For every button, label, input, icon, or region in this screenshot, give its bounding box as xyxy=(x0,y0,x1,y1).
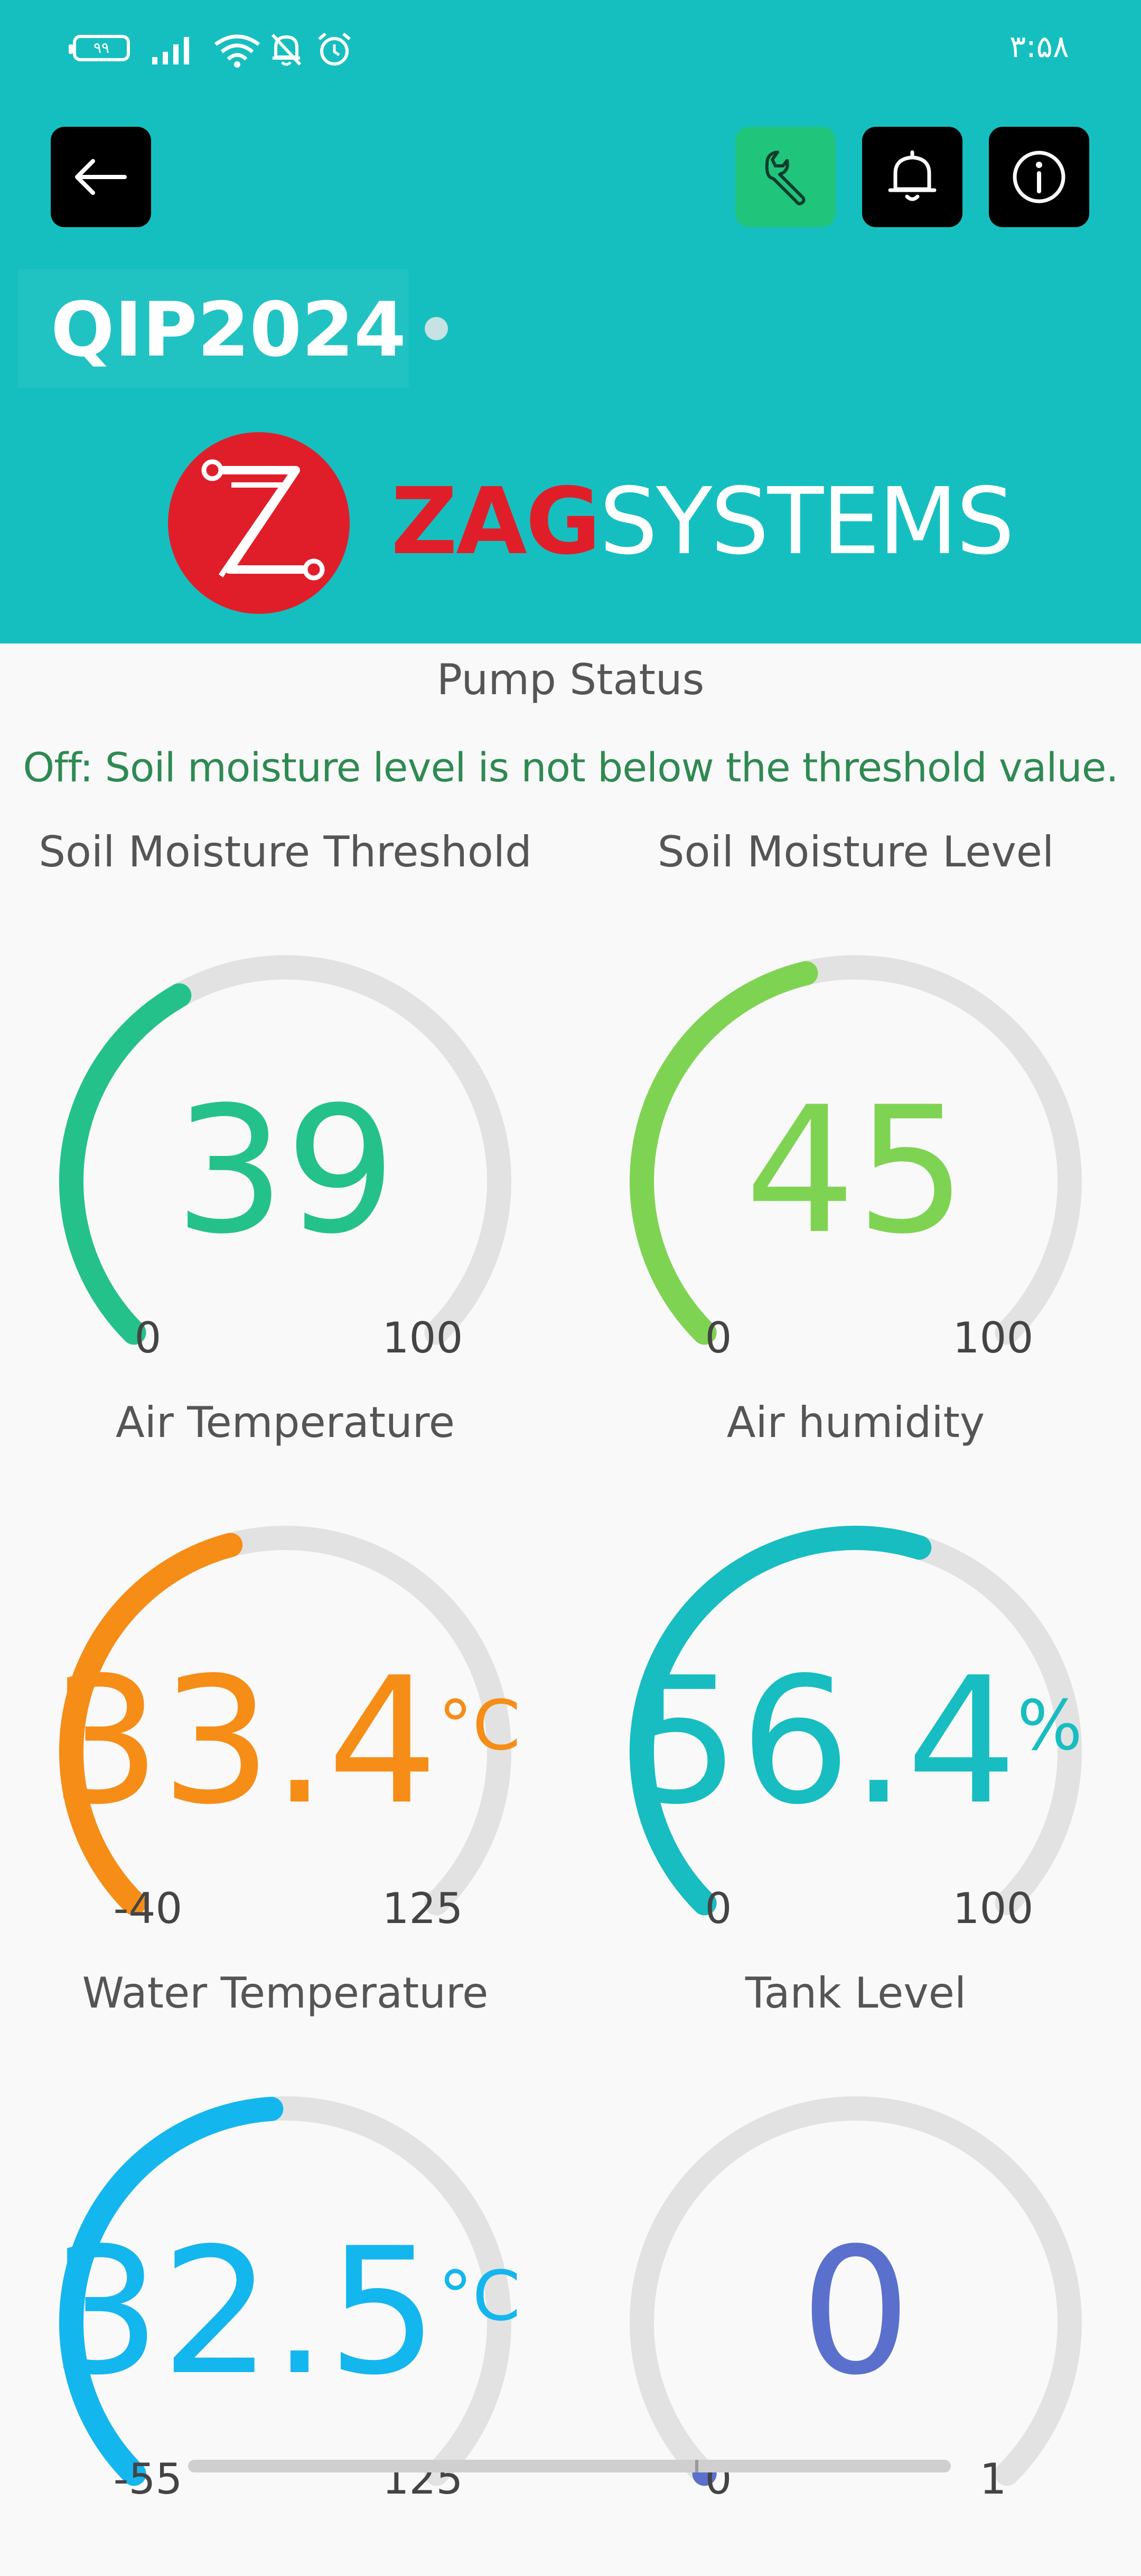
pump-status-label: Pump Status xyxy=(436,655,705,704)
scrollbar-thumb[interactable] xyxy=(695,2460,698,2472)
gauge-min-label: -40 xyxy=(113,1884,183,1933)
gauge-value: 32.5°C xyxy=(0,2217,570,2407)
logo-text-systems: SYSTEMS xyxy=(599,468,1015,575)
bell-icon xyxy=(888,150,937,201)
signal-icon xyxy=(152,34,194,68)
device-title: QIP2024 xyxy=(51,286,406,374)
status-time: ۳:۵۸ xyxy=(1009,29,1069,64)
gauge-value: 56.4% xyxy=(570,1646,1141,1836)
gauge-min-label: 0 xyxy=(705,1884,732,1933)
bell-off-icon xyxy=(269,32,303,69)
gauge-value-number: 0 xyxy=(800,2210,911,2413)
company-logo: ZAGSYSTEMS xyxy=(158,428,1015,618)
logo-wordmark: ZAGSYSTEMS xyxy=(391,468,1015,575)
battery-level: ۹۹ xyxy=(93,39,110,57)
gauge-unit: % xyxy=(1017,1685,1083,1766)
gauge-value: 45 xyxy=(570,1076,1141,1266)
info-icon xyxy=(1013,151,1065,203)
gauge-unit: °C xyxy=(438,2256,521,2336)
wrench-icon xyxy=(765,151,806,206)
logo-text-zag: ZAG xyxy=(391,468,601,575)
gauge-max-label: 100 xyxy=(382,1313,463,1362)
wifi-icon xyxy=(213,33,261,70)
gauge-value: 0 xyxy=(570,2217,1141,2407)
battery-icon: ۹۹ xyxy=(69,35,130,61)
settings-button[interactable] xyxy=(735,127,836,227)
gauge-unit: °C xyxy=(438,1685,521,1766)
scrollbar-track[interactable] xyxy=(188,2460,951,2472)
pump-status-message: Off: Soil moisture level is not below th… xyxy=(23,744,1118,791)
gauge-min-label: 0 xyxy=(705,1313,732,1362)
gauge-max-label: 100 xyxy=(952,1884,1034,1933)
zag-logo-emblem xyxy=(168,432,350,614)
gauge-max-label: 100 xyxy=(952,1313,1034,1362)
gauge-value-number: 39 xyxy=(174,1069,396,1272)
gauge-min-label: 0 xyxy=(134,1313,162,1362)
gauge-value: 39 xyxy=(0,1076,570,1266)
gauge-value-number: 32.5 xyxy=(50,2210,438,2413)
info-button[interactable] xyxy=(989,127,1089,227)
notifications-button[interactable] xyxy=(862,127,962,227)
gauge-value: 33.4°C xyxy=(0,1646,570,1836)
back-button[interactable] xyxy=(51,127,151,227)
app-header: ۹۹ ۳:۵۸ QIP2024 ZAGSYSTEMS xyxy=(0,0,1141,643)
back-arrow-icon xyxy=(75,159,127,195)
gauge-value-number: 45 xyxy=(745,1069,967,1272)
alarm-icon xyxy=(317,32,352,69)
gauge-value-number: 33.4 xyxy=(50,1640,438,1843)
connection-status-dot xyxy=(425,317,448,340)
gauge-value-number: 56.4 xyxy=(629,1640,1017,1843)
gauge-max-label: 125 xyxy=(382,1884,463,1933)
